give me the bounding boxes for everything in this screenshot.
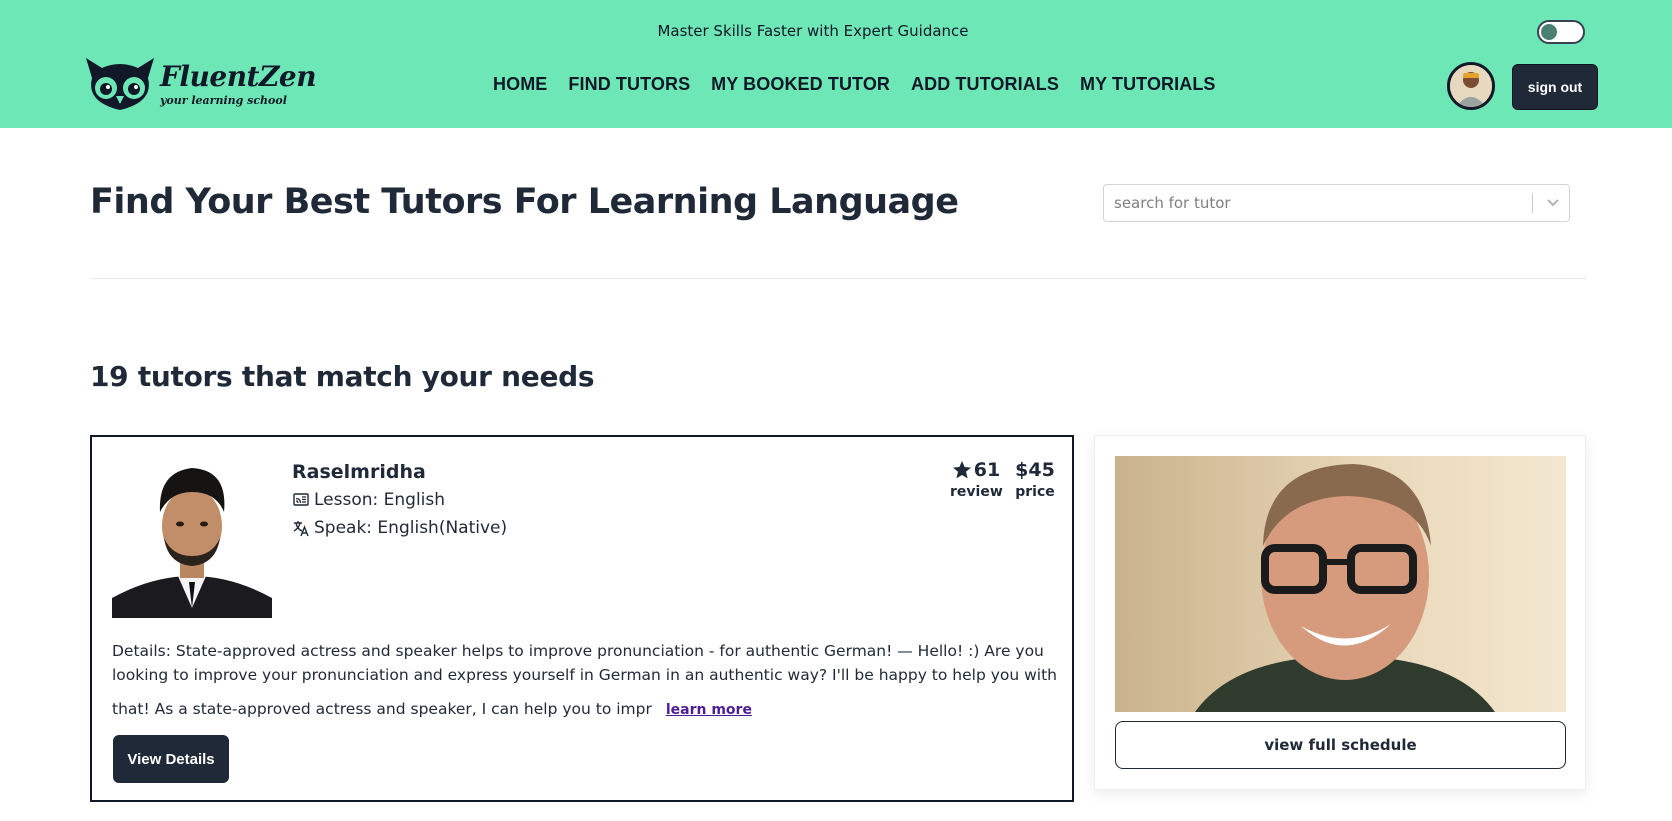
sign-out-button[interactable]: sign out — [1512, 64, 1598, 110]
search-separator — [1532, 193, 1533, 213]
learn-more-link[interactable]: learn more — [666, 702, 752, 718]
price-stat: $45 price — [1012, 459, 1058, 500]
search-input[interactable] — [1114, 185, 1514, 221]
cast-icon — [293, 493, 309, 506]
review-stat: 61 review — [950, 459, 1003, 500]
nav-home[interactable]: HOME — [493, 74, 547, 95]
brand-subtitle: your learning school — [160, 94, 287, 107]
chevron-down-icon[interactable] — [1542, 189, 1564, 217]
tutor-lesson: Lesson: English — [314, 490, 446, 510]
review-label: review — [950, 484, 1003, 500]
tutor-photo — [112, 458, 272, 618]
price-value: $45 — [1015, 459, 1055, 481]
tutor-lesson-row: Lesson: English — [292, 490, 445, 510]
user-avatar[interactable] — [1447, 62, 1495, 110]
tutor-details: Details: State-approved actress and spea… — [112, 639, 1062, 722]
user-avatar-image — [1450, 65, 1492, 107]
tutor-speak-row: Speak: English(Native) — [292, 518, 507, 538]
nav-find-tutors[interactable]: FIND TUTORS — [568, 74, 690, 95]
view-full-schedule-button[interactable]: view full schedule — [1115, 721, 1566, 769]
translate-icon — [293, 521, 309, 537]
tutor-card: Raselmridha Lesson: English Speak: Engli… — [90, 435, 1074, 802]
star-icon — [952, 461, 971, 479]
owl-logo-icon — [86, 58, 154, 110]
tutor-video-panel: view full schedule — [1094, 435, 1586, 790]
nav-my-booked-tutor[interactable]: MY BOOKED TUTOR — [711, 74, 890, 95]
brand-logo[interactable]: FluentZen your learning school — [82, 54, 332, 114]
results-heading: 19 tutors that match your needs — [90, 360, 595, 393]
nav-my-tutorials[interactable]: MY TUTORIALS — [1080, 74, 1216, 95]
toggle-knob — [1541, 24, 1557, 40]
details-text-end: that! As a state-approved actress and sp… — [112, 700, 652, 718]
top-header: Master Skills Faster with Expert Guidanc… — [0, 0, 1672, 128]
main-nav: HOME FIND TUTORS MY BOOKED TUTOR ADD TUT… — [493, 74, 1216, 95]
view-details-button[interactable]: View Details — [113, 735, 229, 783]
theme-toggle[interactable] — [1537, 20, 1585, 44]
header-tagline: Master Skills Faster with Expert Guidanc… — [657, 22, 969, 40]
review-count: 61 — [973, 459, 1001, 481]
price-label: price — [1015, 484, 1055, 500]
tutor-search-select[interactable] — [1103, 184, 1570, 222]
page-title: Find Your Best Tutors For Learning Langu… — [90, 182, 959, 222]
tutor-name: Raselmridha — [292, 461, 426, 483]
nav-add-tutorials[interactable]: ADD TUTORIALS — [911, 74, 1059, 95]
tutor-speak: Speak: English(Native) — [314, 518, 508, 538]
details-text: Details: State-approved actress and spea… — [112, 642, 1058, 684]
tutor-video-thumbnail[interactable] — [1115, 456, 1566, 712]
brand-name: FluentZen — [160, 60, 317, 93]
section-divider — [90, 278, 1586, 279]
